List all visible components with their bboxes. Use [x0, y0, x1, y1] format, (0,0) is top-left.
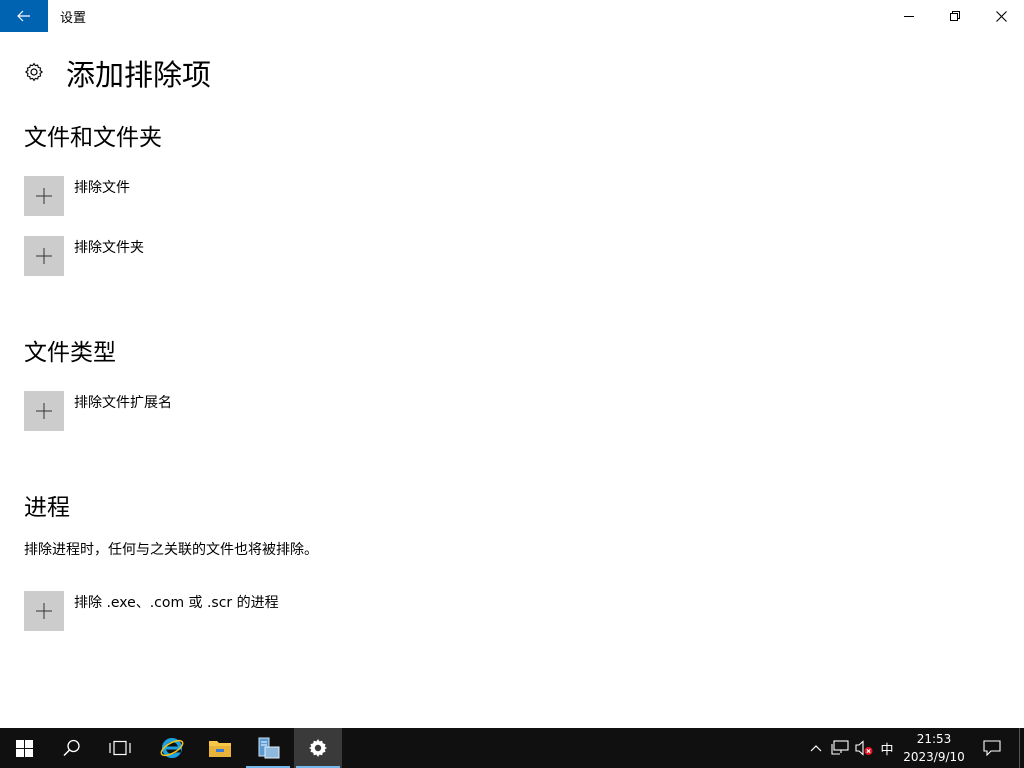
add-item-label: 排除 .exe、.com 或 .scr 的进程: [74, 595, 279, 611]
chevron-up-icon: [810, 745, 822, 752]
minimize-button[interactable]: [886, 0, 932, 32]
add-box: [24, 391, 64, 431]
taskbar-settings[interactable]: [294, 728, 342, 768]
taskbar-server-manager[interactable]: [244, 728, 292, 768]
clock-time: 21:53: [916, 732, 952, 746]
taskbar-internet-explorer[interactable]: [148, 728, 196, 768]
add-exclude-folder-button[interactable]: 排除文件夹: [24, 236, 144, 276]
task-view-button[interactable]: [96, 728, 144, 768]
show-desktop-divider[interactable]: [1019, 728, 1020, 768]
plus-icon: [36, 603, 52, 619]
back-button[interactable]: [0, 0, 48, 32]
plus-icon: [36, 188, 52, 204]
task-view-icon: [109, 740, 131, 756]
settings-gear-icon: [309, 739, 327, 757]
add-item-label: 排除文件扩展名: [74, 395, 172, 411]
section-title-files: 文件和文件夹: [24, 125, 162, 151]
plus-icon: [36, 403, 52, 419]
search-button[interactable]: [48, 728, 96, 768]
section-title-file-types: 文件类型: [24, 340, 116, 366]
title-bar: 设置: [0, 0, 1024, 32]
start-button[interactable]: [0, 728, 48, 768]
action-center-button[interactable]: [978, 728, 1006, 768]
clock-date: 2023/9/10: [903, 750, 965, 764]
clock[interactable]: 21:53 2023/9/10: [900, 728, 968, 768]
add-item-label: 排除文件: [74, 180, 130, 196]
windows-logo-icon: [15, 739, 33, 757]
search-icon: [63, 739, 80, 757]
back-arrow-icon: [17, 10, 30, 22]
taskbar-file-explorer[interactable]: [196, 728, 244, 768]
add-box: [24, 236, 64, 276]
close-button[interactable]: [978, 0, 1024, 32]
add-item-label: 排除文件夹: [74, 240, 144, 256]
taskbar: 中 21:53 2023/9/10: [0, 728, 1024, 768]
page-title: 添加排除项: [66, 58, 212, 92]
folder-icon: [209, 741, 231, 757]
plus-icon: [36, 248, 52, 264]
volume-muted-icon: [855, 740, 873, 756]
input-method-indicator[interactable]: 中: [877, 728, 897, 768]
add-box: [24, 176, 64, 216]
add-exclude-extension-button[interactable]: 排除文件扩展名: [24, 391, 172, 431]
show-hidden-icons-button[interactable]: [806, 728, 826, 768]
gear-icon: [25, 62, 43, 82]
section-title-processes: 进程: [24, 495, 70, 521]
restore-button[interactable]: [932, 0, 978, 32]
add-exclude-process-button[interactable]: 排除 .exe、.com 或 .scr 的进程: [24, 591, 279, 631]
notification-icon: [983, 740, 1001, 756]
network-button[interactable]: [829, 728, 851, 768]
network-icon: [831, 740, 849, 755]
restore-icon: [950, 11, 960, 21]
minimize-icon: [904, 16, 914, 17]
page-header: [24, 54, 44, 90]
processes-description: 排除进程时，任何与之关联的文件也将被排除。: [24, 542, 318, 558]
window-title: 设置: [60, 11, 87, 26]
close-icon: [995, 10, 1007, 22]
volume-button[interactable]: [853, 728, 875, 768]
add-exclude-file-button[interactable]: 排除文件: [24, 176, 130, 216]
server-manager-icon: [258, 737, 280, 759]
internet-explorer-icon: [160, 738, 184, 758]
add-box: [24, 591, 64, 631]
